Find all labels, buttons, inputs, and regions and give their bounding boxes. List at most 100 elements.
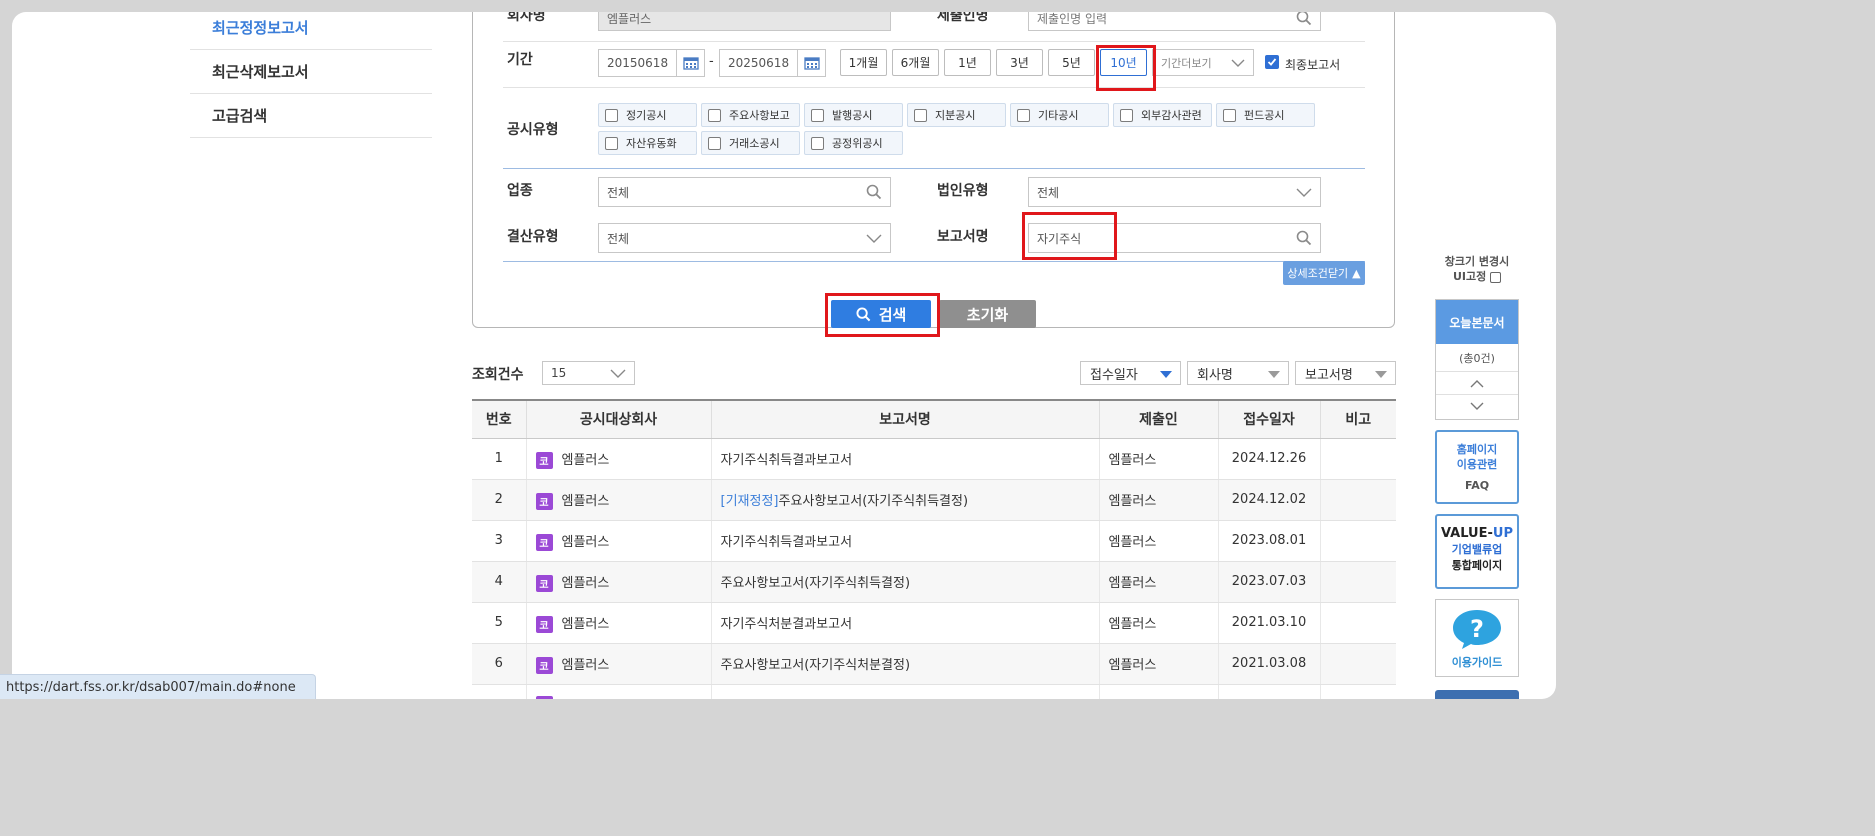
faq-button[interactable]: 홈페이지 이용관련 FAQ [1435,430,1519,504]
value-up-button[interactable]: VALUE-UP 기업밸류업 통합페이지 [1435,514,1519,589]
row-number: 3 [472,520,526,562]
type-checkbox-other[interactable]: 기타공시 [1010,103,1109,127]
row-number: 2 [472,479,526,521]
checkbox-box[interactable] [914,108,927,122]
nav-item-recent-deleted[interactable]: 최근삭제보고서 [190,50,432,94]
table-row: 5 코 엠플러스 자기주식처분결과보고서 엠플러스 2021.03.10 [472,602,1396,644]
recent-docs-widget: 오늘본문서 (총0건) [1435,299,1519,420]
period-more-select[interactable]: 기간더보기 [1152,49,1254,76]
date-from-input[interactable]: 20150618 [598,49,705,77]
row-report-link[interactable]: 주요사항보고서(자기주식취득결정) [778,494,968,509]
industry-value: 전체 [607,185,630,200]
checkbox-box[interactable] [811,136,824,150]
row-company-link[interactable]: 엠플러스 [562,494,610,509]
checkbox-box[interactable] [811,108,824,122]
row-report-link[interactable]: 자기주식취득결과보고서 [721,453,853,468]
value-up-line-3: 통합페이지 [1451,559,1503,572]
caret-up-icon: ▲ [1352,266,1361,280]
checkbox-box[interactable] [605,108,618,122]
row-submitter: 엠플러스 [1098,438,1218,480]
row-report-link[interactable]: 주요사항보고서(자기주식취득결정) [721,576,911,591]
date-from-value: 20150618 [607,56,669,70]
left-nav: 최근정정보고서 최근삭제보고서 고급검색 [190,12,432,138]
row-report-cell: [기재정정]주요사항보고서(자기주식취득결정) [710,479,1099,521]
company-field[interactable]: 엠플러스 [598,12,891,31]
row-company-cell: 코 엠플러스 [525,602,711,644]
search-icon[interactable] [1296,230,1312,246]
divider [503,168,1365,169]
type-checkbox-securitization[interactable]: 자산유동화 [598,131,697,155]
calendar-icon[interactable] [797,50,825,76]
page-frame: 최근정정보고서 최근삭제보고서 고급검색 회사명 엠플러스 제출인명 제출인명 … [12,12,1556,699]
type-checkbox-regular[interactable]: 정기공시 [598,103,697,127]
sort-company-select[interactable]: 회사명 [1187,361,1289,385]
svg-text:?: ? [1470,615,1484,643]
ui-fix-checkbox[interactable] [1490,271,1502,283]
checkbox-box[interactable] [708,136,721,150]
row-company-link[interactable]: 엠플러스 [562,576,610,591]
column-header-report: 보고서명 [710,399,1099,439]
kospi-badge-icon: 코 [535,656,553,674]
sort-report-select[interactable]: 보고서명 [1295,361,1396,385]
chevron-down-icon[interactable] [1436,395,1518,418]
recent-docs-count: (총0건) [1436,344,1518,372]
period-5year-button[interactable]: 5년 [1048,49,1095,76]
final-report-checkbox[interactable] [1265,55,1279,69]
period-1month-button[interactable]: 1개월 [840,49,887,76]
corp-type-select[interactable]: 전체 [1028,177,1321,207]
checkbox-box[interactable] [1120,108,1133,122]
recent-docs-title[interactable]: 오늘본문서 [1436,300,1518,344]
row-company-link[interactable]: 엠플러스 [562,617,610,632]
date-to-input[interactable]: 20250618 [719,49,826,77]
result-count-label: 조회건수 [472,367,524,383]
ui-fix-toggle[interactable]: 창크기 변경시 UI고정 [1435,254,1519,284]
type-label: 자산유동화 [626,137,677,150]
period-6month-button[interactable]: 6개월 [892,49,939,76]
row-company-cell: 코 엠플러스 [525,520,711,562]
sort-date-select[interactable]: 접수일자 [1080,361,1181,385]
row-note [1319,602,1396,644]
user-guide-button[interactable]: ? 이용가이드 [1435,599,1519,677]
row-company-link[interactable]: 엠플러스 [562,453,610,468]
type-checkbox-issue[interactable]: 발행공시 [804,103,903,127]
type-checkbox-equity[interactable]: 지분공시 [907,103,1006,127]
type-checkbox-ftc[interactable]: 공정위공시 [804,131,903,155]
row-report-tag[interactable]: [기재정정] [721,494,779,509]
reset-button[interactable]: 초기화 [939,300,1036,328]
row-company-link[interactable]: 엠플러스 [562,535,610,550]
checkbox-box[interactable] [708,108,721,122]
highlight-box [1096,45,1156,91]
row-report-link[interactable]: 주요사항보고서(자기주식처분결정) [721,658,911,673]
submitter-input[interactable]: 제출인명 입력 [1028,12,1321,31]
type-label: 정기공시 [626,109,667,122]
row-date: 2023.08.01 [1217,520,1320,562]
calendar-icon[interactable] [676,50,704,76]
row-company-link[interactable]: 엠플러스 [562,658,610,673]
chevron-up-icon[interactable] [1436,372,1518,395]
value-up-line-2: 기업밸류업 [1451,543,1503,556]
type-checkbox-major[interactable]: 주요사항보고 [701,103,800,127]
row-report-link[interactable]: 자기주식처분결과보고서 [721,617,853,632]
period-3year-button[interactable]: 3년 [996,49,1043,76]
industry-input[interactable]: 전체 [598,177,891,207]
settlement-type-select[interactable]: 전체 [598,223,891,253]
row-date: 2024.12.02 [1217,479,1320,521]
nav-item-advanced-search[interactable]: 고급검색 [190,94,432,138]
type-checkbox-audit[interactable]: 외부감사관련 [1113,103,1212,127]
checkbox-box[interactable] [605,136,618,150]
sort-icon [1375,371,1387,378]
nav-item-recent-corrected[interactable]: 최근정정보고서 [190,12,432,50]
detail-close-button[interactable]: 상세조건닫기 ▲ [1283,261,1365,285]
result-count-select[interactable]: 15 [542,361,635,385]
row-report-link[interactable]: 자기주식취득결과보고서 [721,535,853,550]
type-label: 발행공시 [832,109,873,122]
type-checkbox-fund[interactable]: 펀드공시 [1216,103,1315,127]
period-1year-button[interactable]: 1년 [944,49,991,76]
type-checkbox-exchange[interactable]: 거래소공시 [701,131,800,155]
search-icon[interactable] [866,184,882,200]
row-date: 2024.12.26 [1217,438,1320,480]
ui-fix-label-2: UI고정 [1452,270,1487,283]
checkbox-box[interactable] [1017,108,1030,122]
checkbox-box[interactable] [1223,108,1236,122]
search-icon[interactable] [1296,12,1312,26]
